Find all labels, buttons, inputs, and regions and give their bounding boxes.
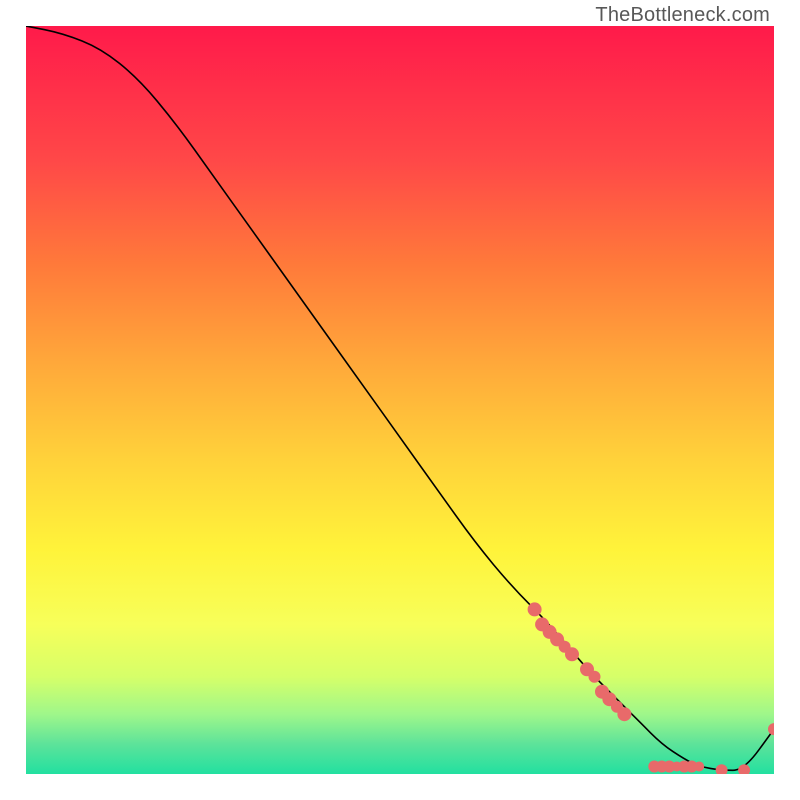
plot-area bbox=[26, 26, 774, 774]
highlight-dot bbox=[528, 602, 542, 616]
highlight-dot bbox=[768, 723, 774, 735]
highlight-dot bbox=[738, 764, 750, 774]
highlight-dot bbox=[694, 762, 704, 772]
highlight-dot bbox=[589, 671, 601, 683]
bottleneck-curve-path bbox=[26, 26, 774, 770]
chart-frame: TheBottleneck.com bbox=[0, 0, 800, 800]
highlighted-points-group bbox=[528, 602, 774, 774]
highlight-dot bbox=[565, 647, 579, 661]
watermark-text: TheBottleneck.com bbox=[595, 4, 770, 27]
highlight-dot bbox=[716, 764, 728, 774]
chart-svg bbox=[26, 26, 774, 774]
highlight-dot bbox=[617, 707, 631, 721]
